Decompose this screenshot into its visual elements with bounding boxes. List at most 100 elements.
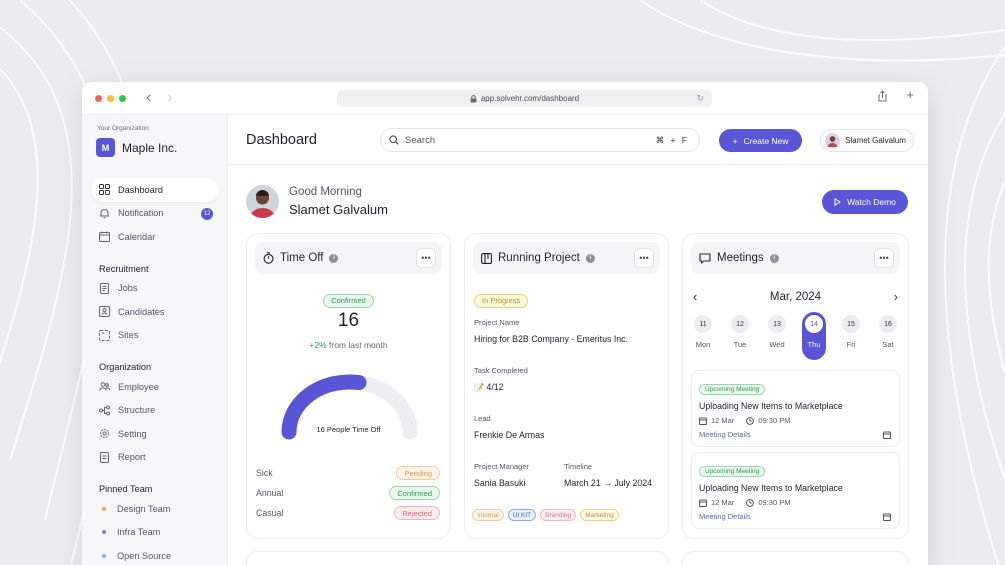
sidebar-item-label: Report xyxy=(118,452,146,463)
sidebar-item-notification[interactable]: Notification 12 xyxy=(91,202,219,226)
change-suffix: from last month xyxy=(329,340,388,350)
user-menu[interactable]: Slamet Galvalum xyxy=(820,129,914,152)
meeting-date: 12 Mar xyxy=(711,416,735,425)
sidebar-item-setting[interactable]: Setting xyxy=(91,422,219,446)
day-thu[interactable]: 14 Thu xyxy=(802,312,826,360)
lower-card xyxy=(246,551,669,565)
day-name: Sat xyxy=(882,340,894,349)
minimize-window-button[interactable] xyxy=(107,94,114,102)
task-count: 4/12 xyxy=(486,382,504,392)
sidebar-item-jobs[interactable]: Jobs xyxy=(91,277,219,301)
meeting-item[interactable]: Upcoming Meeting Uploading New Items to … xyxy=(691,370,900,447)
meeting-date: 12 Mar xyxy=(711,498,735,507)
card-title: Meetings xyxy=(717,252,764,264)
more-options-button[interactable]: ••• xyxy=(634,248,654,268)
tag-branding[interactable]: Branding xyxy=(540,509,577,521)
day-name: Tue xyxy=(733,340,747,349)
day-sat[interactable]: 16 Sat xyxy=(876,315,900,360)
close-window-button[interactable] xyxy=(95,94,102,102)
sidebar-item-open-source[interactable]: Open Source xyxy=(91,544,219,565)
field-label: Project Manager xyxy=(474,462,530,471)
create-new-label: Create New xyxy=(743,135,789,146)
watch-demo-button[interactable]: Watch Demo xyxy=(822,190,908,214)
card-title: Time Off xyxy=(280,252,324,264)
sidebar-item-label: Candidates xyxy=(118,306,165,317)
kanban-icon xyxy=(481,252,492,264)
sidebar-item-infra-team[interactable]: Infra Team xyxy=(91,521,219,545)
org-switcher[interactable]: M Maple Inc. xyxy=(96,138,177,157)
meeting-title: Uploading New Items to Marketplace xyxy=(699,483,843,493)
calendar-icon[interactable] xyxy=(883,513,891,521)
sidebar-item-dashboard[interactable]: Dashboard xyxy=(91,178,219,202)
info-icon[interactable]: i xyxy=(585,253,595,263)
meeting-item[interactable]: Upcoming Meeting Uploading New Items to … xyxy=(691,452,900,529)
forward-arrow-icon[interactable]: › xyxy=(167,89,172,107)
more-options-button[interactable]: ••• xyxy=(416,248,436,268)
week-strip: 11 Mon 12 Tue 13 Wed 14 Thu 15 Fri 16 Sat xyxy=(691,312,900,360)
calendar-icon[interactable] xyxy=(883,431,891,439)
project-name: Hiring for B2B Company - Emeritus Inc. xyxy=(474,334,628,344)
sidebar-item-design-team[interactable]: Design Team xyxy=(91,497,219,521)
sidebar-item-label: Employee xyxy=(118,381,159,392)
info-icon[interactable]: i xyxy=(329,253,339,263)
id-card-icon xyxy=(99,306,110,318)
tag-marketing[interactable]: Marketing xyxy=(580,509,619,521)
sidebar-item-report[interactable]: Report xyxy=(91,446,219,470)
back-arrow-icon[interactable]: ‹ xyxy=(146,89,151,107)
reload-icon[interactable]: ↻ xyxy=(696,93,704,104)
time-off-count: 16 xyxy=(337,310,360,331)
sidebar-item-employee[interactable]: Employee xyxy=(91,375,219,399)
sidebar-item-sites[interactable]: Sites xyxy=(91,324,219,348)
search-icon xyxy=(389,135,399,145)
sidebar-item-label: Sites xyxy=(118,330,139,341)
maximize-window-button[interactable] xyxy=(119,94,126,102)
main-content: Dashboard Search ⌘ + F + Create New Slam… xyxy=(228,115,928,565)
user-name: Slamet Galvalum xyxy=(845,136,906,145)
browser-window: ‹ › app.solvehr.com/dashboard ↻ + Your O… xyxy=(82,82,928,565)
day-number: 15 xyxy=(842,315,860,333)
window-controls xyxy=(95,94,126,102)
time-off-row: Annual Confirmed xyxy=(256,486,440,500)
day-tue[interactable]: 12 Tue xyxy=(728,315,752,360)
sidebar-item-candidates[interactable]: Candidates xyxy=(91,300,219,324)
card-header: Meetings i ••• xyxy=(691,242,900,274)
sidebar-item-calendar[interactable]: Calendar xyxy=(91,225,219,249)
meeting-details-link[interactable]: Meeting Details xyxy=(699,430,751,439)
change-value: +2% xyxy=(309,340,327,350)
status-badge: Confirmed xyxy=(323,293,374,308)
new-tab-icon[interactable]: + xyxy=(906,87,914,102)
day-mon[interactable]: 11 Mon xyxy=(691,315,715,360)
browser-toolbar: ‹ › app.solvehr.com/dashboard ↻ + xyxy=(82,82,928,115)
card-header: Running Project i ••• xyxy=(473,242,660,274)
search-input[interactable]: Search ⌘ + F xyxy=(380,128,700,152)
day-fri[interactable]: 15 Fri xyxy=(839,315,863,360)
avatar xyxy=(246,185,279,218)
tag-ui-kit[interactable]: UI KIT xyxy=(507,509,537,521)
chevron-left-icon[interactable]: ‹ xyxy=(691,289,699,304)
day-number: 11 xyxy=(694,315,712,333)
sidebar-item-label: Setting xyxy=(118,428,147,439)
create-new-button[interactable]: + Create New xyxy=(719,129,802,152)
gauge-label: 16 People Time Off xyxy=(316,425,381,434)
running-project-card: Running Project i ••• In Progress Projec… xyxy=(464,233,669,539)
time-off-row: Sick Pending xyxy=(256,466,440,480)
info-icon[interactable]: i xyxy=(769,253,779,263)
timeline-value: March 21 → July 2024 xyxy=(564,478,653,488)
share-icon[interactable] xyxy=(877,90,888,102)
sidebar-item-structure[interactable]: Structure xyxy=(91,399,219,423)
day-number: 14 xyxy=(805,315,823,333)
project-manager-field: Project Manager Sania Basuki xyxy=(474,462,529,488)
structure-icon xyxy=(99,405,110,416)
address-bar[interactable]: app.solvehr.com/dashboard ↻ xyxy=(337,90,712,107)
day-wed[interactable]: 13 Wed xyxy=(765,315,789,360)
play-icon xyxy=(834,198,842,206)
meeting-details-link[interactable]: Meeting Details xyxy=(699,512,751,521)
meeting-time: 09:30 PM xyxy=(758,416,791,425)
more-options-button[interactable]: ••• xyxy=(874,248,894,268)
url-text: app.solvehr.com/dashboard xyxy=(480,94,580,103)
avatar xyxy=(825,133,840,148)
project-manager-name: Sania Basuki xyxy=(474,478,526,488)
tag-internal[interactable]: Internal xyxy=(472,509,504,521)
chevron-right-icon[interactable]: › xyxy=(892,289,900,304)
org-logo: M xyxy=(96,138,115,157)
